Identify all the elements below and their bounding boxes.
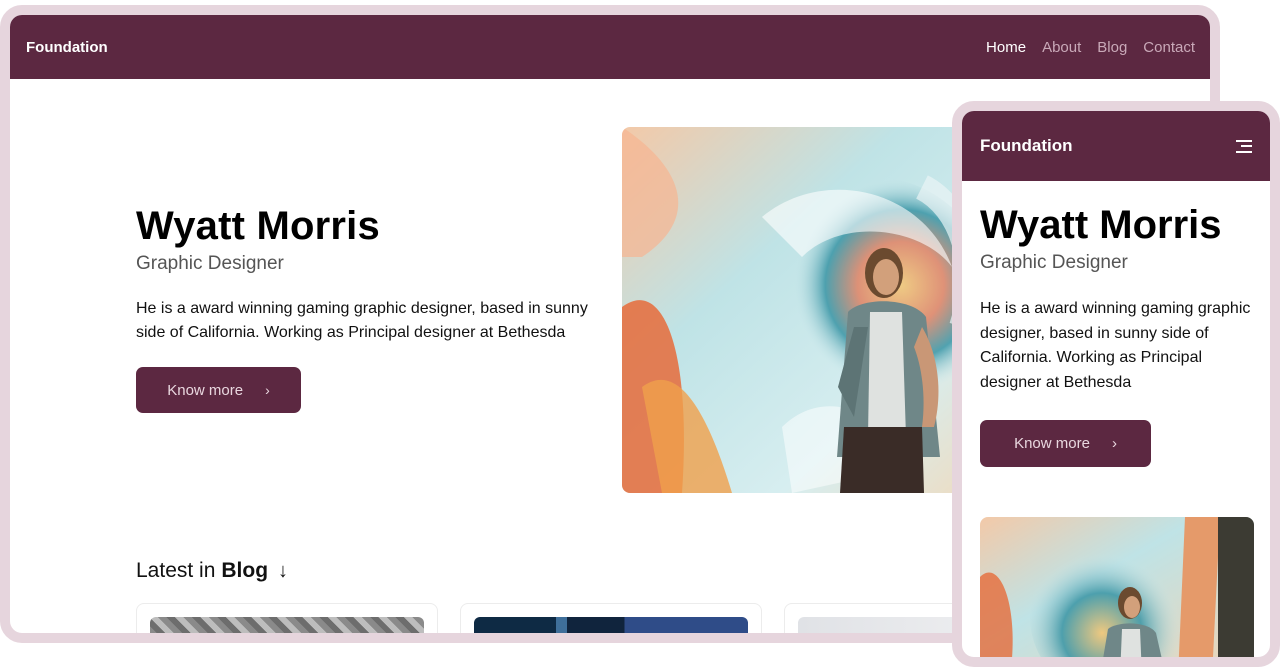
hero-description: He is a award winning gaming graphic des… [136,300,588,341]
desktop-navbar: Foundation Home About Blog Contact [10,15,1210,79]
latest-blog-heading: Latest in Blog ↓ [136,559,288,583]
blog-heading-emphasis: Blog [221,559,269,582]
mobile-hero-role: Graphic Designer [980,252,1128,273]
hero-role: Graphic Designer [136,253,284,274]
mobile-know-more-label: Know more [1014,435,1090,452]
hero-name: Wyatt Morris [136,204,380,248]
brand-logo[interactable]: Foundation [26,39,108,56]
mobile-know-more-button[interactable]: Know more › [980,420,1151,467]
blog-card-thumbnail [474,617,748,633]
blog-card-thumbnail [150,617,424,633]
hero-text: Wyatt Morris Graphic Designer He is a aw… [136,203,606,345]
nav-link-home[interactable]: Home [986,39,1026,56]
arrow-down-icon: ↓ [278,559,289,582]
mobile-navbar: Foundation [962,111,1270,181]
menu-icon[interactable] [1236,139,1252,153]
mobile-preview-frame: Foundation Wyatt Morris Graphic Designer… [952,101,1280,667]
mobile-hero-description: He is a award winning gaming graphic des… [980,300,1251,391]
blog-card[interactable] [136,603,438,633]
portrait-artwork-image [980,517,1254,657]
nav-link-contact[interactable]: Contact [1143,39,1195,56]
blog-card[interactable] [460,603,762,633]
nav-links: Home About Blog Contact [986,39,1195,56]
know-more-label: Know more [167,381,244,399]
nav-link-blog[interactable]: Blog [1097,39,1127,56]
mobile-hero-photo [980,517,1254,657]
mobile-brand-logo[interactable]: Foundation [980,136,1073,156]
mobile-hero-name: Wyatt Morris [980,203,1222,247]
know-more-button[interactable]: Know more › [136,367,301,413]
chevron-right-icon: › [1111,435,1117,452]
nav-link-about[interactable]: About [1042,39,1081,56]
blog-heading-prefix: Latest in [136,559,216,582]
chevron-right-icon: › [265,382,270,398]
